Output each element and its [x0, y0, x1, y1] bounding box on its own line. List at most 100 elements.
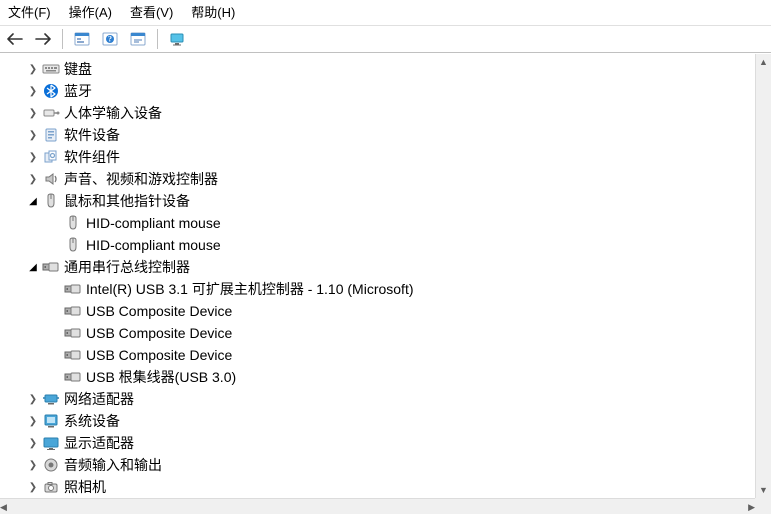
tree-item-label: HID-compliant mouse — [86, 212, 221, 234]
tree-item-label: Intel(R) USB 3.1 可扩展主机控制器 - 1.10 (Micros… — [86, 278, 414, 300]
tree-item[interactable]: USB Composite Device — [0, 300, 755, 322]
chevron-right-icon[interactable]: ❯ — [26, 62, 40, 76]
vertical-scrollbar[interactable]: ▲ ▼ — [755, 54, 771, 498]
tree-item[interactable]: ❯音频输入和输出 — [0, 454, 755, 476]
properties-button[interactable] — [71, 28, 93, 50]
help-button[interactable]: ? — [99, 28, 121, 50]
sound-icon — [42, 171, 60, 187]
usb-icon — [64, 325, 82, 341]
chevron-right-icon[interactable]: ❯ — [26, 414, 40, 428]
tree-item[interactable]: ❯ 键盘 — [0, 58, 755, 80]
chevron-right-icon[interactable]: ❯ — [26, 84, 40, 98]
toolbar: ? — [0, 25, 771, 53]
toolbar-divider — [157, 29, 158, 49]
tree-item-label: 软件组件 — [64, 146, 120, 168]
tree-item[interactable]: ❯ 显示适配器 — [0, 432, 755, 454]
back-arrow-icon — [7, 33, 23, 45]
svg-text:?: ? — [108, 35, 112, 44]
tree-item[interactable]: HID-compliant mouse — [0, 234, 755, 256]
tree-item-label: 人体学输入设备 — [64, 102, 162, 124]
properties-icon — [74, 32, 90, 46]
chevron-right-icon[interactable]: ❯ — [26, 172, 40, 186]
chevron-down-icon[interactable]: ◢ — [26, 194, 40, 208]
show-hidden-icon — [130, 32, 146, 46]
usb-icon — [42, 259, 60, 275]
tree-item[interactable]: ❯ 声音、视频和游戏控制器 — [0, 168, 755, 190]
bluetooth-icon — [42, 83, 60, 99]
chevron-down-icon[interactable]: ◢ — [26, 260, 40, 274]
toolbar-divider — [62, 29, 63, 49]
mouse-icon — [64, 215, 82, 231]
usb-icon — [64, 303, 82, 319]
tree-item-label: 蓝牙 — [64, 80, 92, 102]
scroll-left-icon[interactable]: ◀ — [0, 499, 7, 514]
tree-item[interactable]: ❯ 系统设备 — [0, 410, 755, 432]
scan-hardware-button[interactable] — [166, 28, 188, 50]
tree-item-label: 键盘 — [64, 58, 92, 80]
tree-item[interactable]: Intel(R) USB 3.1 可扩展主机控制器 - 1.10 (Micros… — [0, 278, 755, 300]
forward-button[interactable] — [32, 28, 54, 50]
usb-icon — [64, 347, 82, 363]
tree-item[interactable]: USB Composite Device — [0, 344, 755, 366]
scroll-right-icon[interactable]: ▶ — [748, 499, 755, 514]
chevron-right-icon[interactable]: ❯ — [26, 106, 40, 120]
tree-item-label: 声音、视频和游戏控制器 — [64, 168, 218, 190]
keyboard-icon — [42, 61, 60, 77]
monitor-icon — [169, 32, 185, 46]
tree-item-label: USB Composite Device — [86, 344, 232, 366]
show-hidden-button[interactable] — [127, 28, 149, 50]
tree-item[interactable]: ❯ 蓝牙 — [0, 80, 755, 102]
scroll-down-icon[interactable]: ▼ — [756, 482, 771, 498]
tree-item-label: 软件设备 — [64, 124, 120, 146]
scroll-up-icon[interactable]: ▲ — [756, 54, 771, 70]
back-button[interactable] — [4, 28, 26, 50]
system-icon — [42, 413, 60, 429]
tree-item-label: 照相机 — [64, 476, 106, 498]
tree-item-label: USB Composite Device — [86, 322, 232, 344]
menu-action[interactable]: 操作(A) — [69, 2, 112, 21]
menu-help[interactable]: 帮助(H) — [191, 2, 235, 21]
tree-item-label: 系统设备 — [64, 410, 120, 432]
camera-icon — [42, 479, 60, 495]
tree-item[interactable]: ❯ 软件设备 — [0, 124, 755, 146]
tree-item[interactable]: ❯ 网络适配器 — [0, 388, 755, 410]
tree-item[interactable]: ❯ 人体学输入设备 — [0, 102, 755, 124]
menu-bar: 文件(F) 操作(A) 查看(V) 帮助(H) — [0, 0, 771, 25]
mouse-icon — [64, 237, 82, 253]
tree-item-label: 鼠标和其他指针设备 — [64, 190, 190, 212]
usb-icon — [64, 281, 82, 297]
chevron-right-icon[interactable]: ❯ — [26, 128, 40, 142]
tree-item-label: 显示适配器 — [64, 432, 134, 454]
software-comp-icon — [42, 149, 60, 165]
tree-item-label: 网络适配器 — [64, 388, 134, 410]
tree-item[interactable]: HID-compliant mouse — [0, 212, 755, 234]
tree-item-label: 通用串行总线控制器 — [64, 256, 190, 278]
help-icon: ? — [102, 32, 118, 46]
tree-item[interactable]: ◢ 通用串行总线控制器 — [0, 256, 755, 278]
usb-icon — [64, 369, 82, 385]
forward-arrow-icon — [35, 33, 51, 45]
chevron-right-icon[interactable]: ❯ — [26, 392, 40, 406]
display-icon — [42, 435, 60, 451]
scrollbar-corner — [755, 498, 771, 514]
menu-file[interactable]: 文件(F) — [8, 2, 51, 21]
chevron-right-icon[interactable]: ❯ — [26, 458, 40, 472]
chevron-right-icon[interactable]: ❯ — [26, 436, 40, 450]
tree-item[interactable]: ❯ 照相机 — [0, 476, 755, 498]
tree-item-label: USB Composite Device — [86, 300, 232, 322]
chevron-right-icon[interactable]: ❯ — [26, 150, 40, 164]
tree-item-label: USB 根集线器(USB 3.0) — [86, 366, 236, 388]
network-icon — [42, 391, 60, 407]
audio-io-icon — [42, 457, 60, 473]
chevron-right-icon[interactable]: ❯ — [26, 480, 40, 494]
software-dev-icon — [42, 127, 60, 143]
horizontal-scrollbar[interactable]: ◀ ▶ — [0, 498, 755, 514]
tree-item[interactable]: USB 根集线器(USB 3.0) — [0, 366, 755, 388]
tree-item[interactable]: USB Composite Device — [0, 322, 755, 344]
tree-item[interactable]: ❯ 软件组件 — [0, 146, 755, 168]
mouse-icon — [42, 193, 60, 209]
tree-item[interactable]: ◢ 鼠标和其他指针设备 — [0, 190, 755, 212]
menu-view[interactable]: 查看(V) — [130, 2, 173, 21]
hid-icon — [42, 105, 60, 121]
device-tree[interactable]: ❯ 键盘 ❯ 蓝牙 ❯ 人体学输入设备 ❯ 软件设备 ❯ 软件组件 ❯ 声音、视频和游戏控制器 ◢ 鼠标和… — [0, 54, 755, 498]
